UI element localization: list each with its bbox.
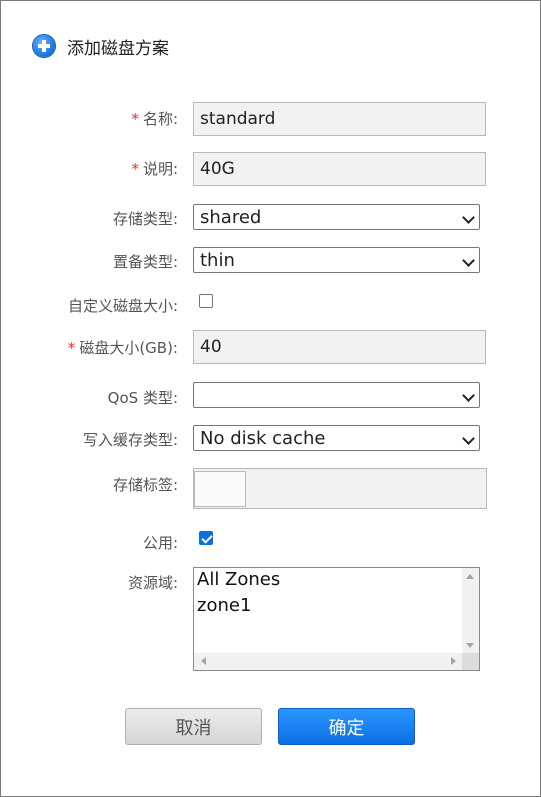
disk-size-input[interactable]: 40 <box>193 330 486 364</box>
write-cache-label: 写入缓存类型: <box>82 431 178 449</box>
horizontal-scrollbar[interactable] <box>194 653 463 670</box>
scroll-left-icon[interactable] <box>201 657 206 665</box>
storage-tags-label: 存储标签: <box>112 476 178 494</box>
chevron-down-icon <box>462 389 475 402</box>
storage-type-select[interactable]: shared <box>193 204 480 230</box>
zones-listbox[interactable]: All Zones zone1 <box>193 567 480 671</box>
custom-size-checkbox[interactable] <box>199 294 213 308</box>
required-mark: * <box>131 110 139 128</box>
storage-tags-field[interactable] <box>193 468 487 509</box>
chevron-down-icon <box>462 432 475 445</box>
chevron-down-icon <box>462 254 475 267</box>
list-item[interactable]: All Zones <box>197 569 280 590</box>
zones-label: 资源域: <box>127 574 178 592</box>
dialog-title: 添加磁盘方案 <box>67 38 169 59</box>
add-plus-icon <box>33 35 55 57</box>
name-input[interactable]: standard <box>193 102 486 136</box>
vertical-scrollbar[interactable] <box>462 568 479 654</box>
scroll-down-icon[interactable] <box>466 643 474 648</box>
scroll-up-icon[interactable] <box>466 574 474 579</box>
required-mark: * <box>131 160 139 178</box>
write-cache-select[interactable]: No disk cache <box>193 425 480 451</box>
description-label: * 说明: <box>131 160 178 178</box>
provision-type-label: 置备类型: <box>112 253 178 271</box>
qos-type-select[interactable] <box>193 382 480 408</box>
required-mark: * <box>67 339 76 357</box>
public-checkbox[interactable] <box>199 531 213 545</box>
add-disk-offering-dialog: 添加磁盘方案 * 名称: standard * 说明: 40G 存储类型: shar… <box>0 0 541 797</box>
dialog-header: 添加磁盘方案 <box>33 31 169 61</box>
description-input[interactable]: 40G <box>193 152 486 186</box>
list-item[interactable]: zone1 <box>197 595 251 616</box>
storage-tag-input[interactable] <box>194 471 246 507</box>
storage-type-label: 存储类型: <box>112 210 178 228</box>
name-label: * 名称: <box>131 110 178 128</box>
provision-type-select[interactable]: thin <box>193 247 480 273</box>
disk-size-label: * 磁盘大小(GB): <box>67 339 178 357</box>
scrollbar-corner <box>462 653 479 670</box>
qos-type-label: QoS 类型: <box>107 389 178 407</box>
confirm-button[interactable]: 确定 <box>278 708 415 745</box>
cancel-button[interactable]: 取消 <box>125 708 262 745</box>
public-label: 公用: <box>142 534 178 552</box>
chevron-down-icon <box>462 211 475 224</box>
scroll-right-icon[interactable] <box>451 657 456 665</box>
custom-size-label: 自定义磁盘大小: <box>67 297 178 315</box>
